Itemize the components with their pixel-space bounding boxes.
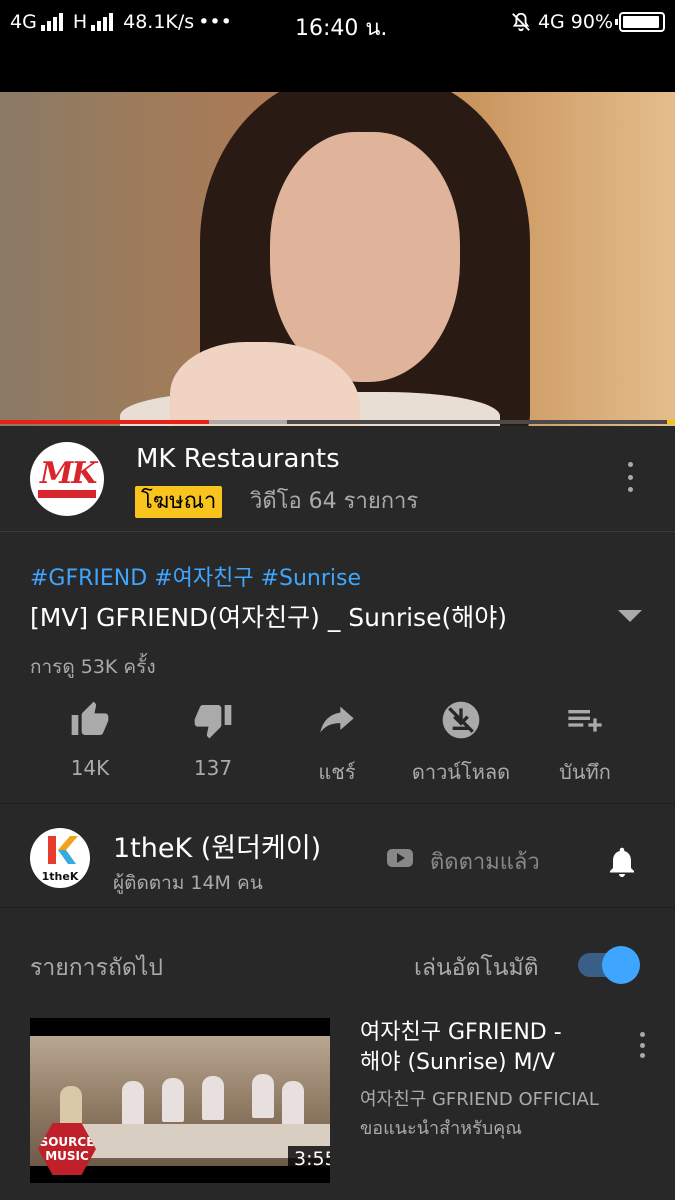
video-thumbnail[interactable]: SOURCE MUSIC 3:55 — [30, 1018, 330, 1183]
download-off-icon — [442, 701, 480, 739]
status-left: 4G H 48.1K/s ••• — [10, 11, 232, 33]
video-player[interactable] — [0, 48, 675, 426]
logo-line-1: SOURCE — [39, 1135, 95, 1149]
like-button[interactable]: 14K — [25, 694, 155, 804]
ad-badge: โฆษณา — [135, 486, 223, 518]
avatar-text: 1theK — [42, 870, 79, 883]
video-frame[interactable] — [0, 92, 675, 426]
title-line-1: 여자친구 GFRIEND - — [360, 1020, 562, 1045]
battery-percent: 90% — [570, 11, 613, 33]
download-label: ดาวน์โหลด — [411, 760, 511, 784]
ad-channel-name[interactable]: MK Restaurants — [136, 444, 340, 474]
more-notifications-icon: ••• — [198, 11, 232, 33]
up-next-reason: ขอแนะนำสำหรับคุณ — [360, 1118, 522, 1139]
thumb-figure — [282, 1081, 304, 1125]
channel-avatar[interactable]: 1theK — [30, 828, 90, 888]
hashtags[interactable]: #GFRIEND #여자친구 #Sunrise — [30, 560, 361, 592]
thumb-figure — [162, 1078, 184, 1122]
thumbs-up-icon — [71, 701, 109, 735]
logo-text: MK — [40, 456, 97, 491]
title-line-2: 해야 (Sunrise) M/V — [360, 1050, 556, 1075]
video-content-face — [270, 132, 460, 382]
subscriber-count: ผู้ติดตาม 14M คน — [113, 872, 263, 894]
autoplay-label: เล่นอัตโนมัติ — [414, 955, 539, 981]
clock: 16:40 น. — [295, 16, 388, 41]
dislike-count: 137 — [193, 756, 233, 780]
ad-row[interactable]: MK MK Restaurants โฆษณา วิดีโอ 64 รายการ — [0, 424, 675, 532]
view-count: การดู 53K ครั้ง — [30, 656, 156, 678]
share-icon — [320, 706, 354, 733]
more-options-icon[interactable] — [620, 462, 640, 492]
video-title[interactable]: [MV] GFRIEND(여자친구) _ Sunrise(해야) — [30, 598, 507, 634]
more-options-icon[interactable] — [632, 1032, 652, 1058]
autoplay-toggle[interactable] — [576, 946, 640, 984]
logo-line-2: MUSIC — [45, 1149, 89, 1163]
thumb-figure — [252, 1074, 274, 1118]
status-right: 4G 90% — [510, 11, 665, 33]
network-label-2: H — [72, 11, 88, 33]
subscribed-button[interactable]: ติดตามแล้ว — [430, 844, 540, 879]
action-bar: 14K 137 แชร์ ดาวน์โหลด บันทึก — [0, 694, 675, 804]
network-label-3: 4G — [537, 11, 565, 33]
share-label: แชร์ — [318, 760, 356, 784]
logo-band — [38, 490, 96, 498]
mute-icon — [512, 12, 530, 32]
thumbs-down-icon — [194, 705, 232, 739]
like-count: 14K — [70, 756, 110, 780]
mk-restaurants-logo[interactable]: MK — [30, 442, 104, 516]
battery-icon — [615, 12, 665, 32]
save-button[interactable]: บันทึก — [520, 694, 650, 804]
bell-icon[interactable] — [604, 842, 640, 882]
download-button[interactable]: ดาวน์โหลด — [396, 694, 526, 804]
signal-icon — [91, 13, 114, 31]
ad-meta: วิดีโอ 64 รายการ — [250, 489, 419, 514]
up-next-header: รายการถัดไป เล่นอัตโนมัติ — [0, 908, 675, 1008]
thumb-figure — [202, 1076, 224, 1120]
channel-name[interactable]: 1theK (원더케이) — [113, 826, 321, 865]
up-next-channel: 여자친구 GFRIEND OFFICIAL — [360, 1089, 599, 1110]
network-label-1: 4G — [10, 11, 37, 33]
up-next-title: รายการถัดไป — [30, 955, 163, 981]
dislike-button[interactable]: 137 — [148, 694, 278, 804]
thumb-figure — [122, 1081, 144, 1125]
toggle-knob — [602, 946, 640, 984]
channel-row[interactable]: 1theK 1theK (원더케이) ผู้ติดตาม 14M คน ติดต… — [0, 806, 675, 908]
expand-description-icon[interactable] — [618, 610, 642, 622]
save-label: บันทึก — [559, 760, 611, 784]
up-next-item[interactable]: SOURCE MUSIC 3:55 여자친구 GFRIEND - 해야 (Sun… — [0, 1010, 675, 1190]
share-button[interactable]: แชร์ — [272, 694, 402, 804]
up-next-title-text[interactable]: 여자친구 GFRIEND - 해야 (Sunrise) M/V — [360, 1018, 610, 1078]
network-speed: 48.1K/s — [123, 11, 195, 33]
youtube-icon — [387, 849, 413, 867]
1thek-logo-icon: 1theK — [42, 836, 79, 883]
video-duration: 3:55 — [288, 1146, 330, 1172]
status-bar: 4G H 48.1K/s ••• 16:40 น. 4G 90% — [0, 0, 675, 48]
signal-icon — [40, 13, 63, 31]
playlist-add-icon — [568, 710, 602, 732]
